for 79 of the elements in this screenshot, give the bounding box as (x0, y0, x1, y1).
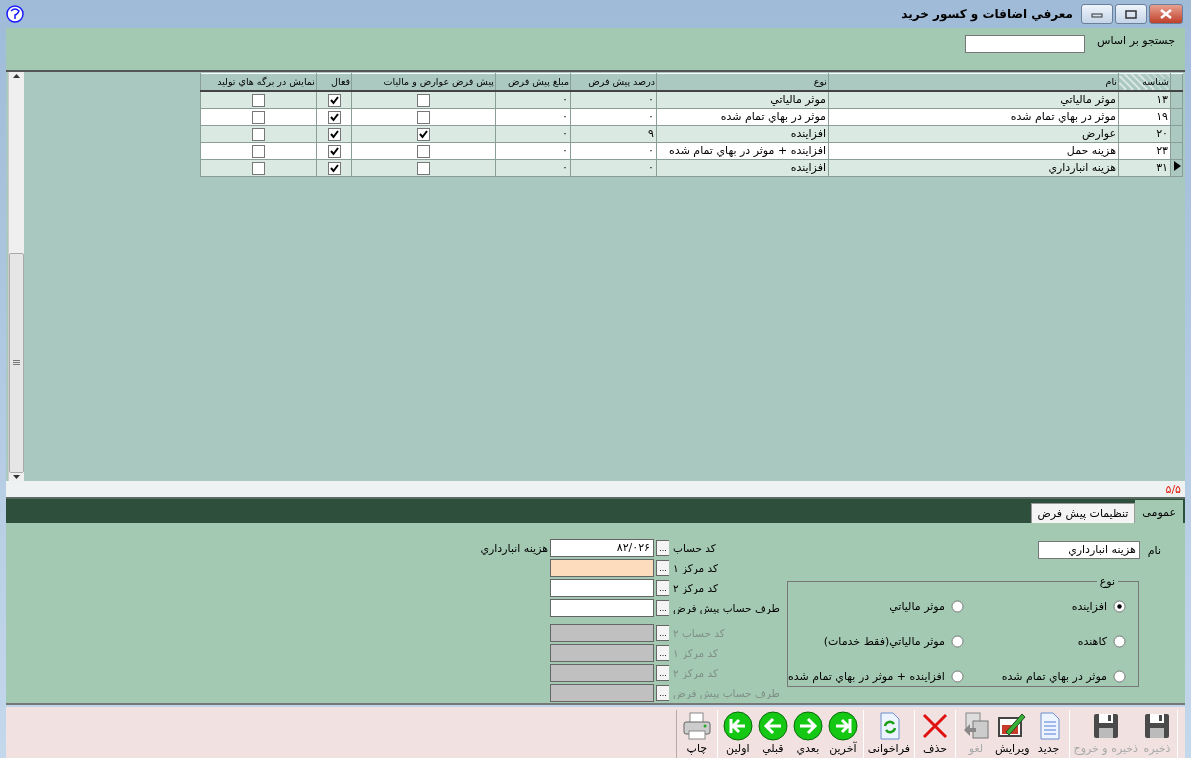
toolbar-button[interactable]: چاپ (680, 710, 713, 758)
tab[interactable]: تنظیمات پیش فرض (1030, 503, 1136, 523)
toolbar-button[interactable]: بعدي (791, 710, 824, 758)
column-header[interactable]: مبلغ پیش فرض (495, 73, 571, 91)
radio-option[interactable]: افزاینده (963, 600, 1126, 613)
radio-option[interactable]: موثر مالیاتي(فقط خدمات) (788, 635, 964, 648)
checkbox[interactable] (252, 127, 265, 141)
radio-option[interactable]: موثر در بهاي تمام شده (963, 670, 1126, 683)
checkbox[interactable] (327, 144, 341, 158)
checkbox[interactable] (252, 144, 265, 158)
field-label: طرف حساب پیش فرض (672, 602, 781, 614)
toolbar-button[interactable]: جدید (1032, 710, 1065, 758)
checkbox[interactable] (417, 110, 430, 124)
checkbox[interactable] (252, 93, 265, 107)
search-label: جستجو بر اساس (1097, 34, 1175, 47)
checkbox[interactable] (417, 127, 430, 141)
minimize-button[interactable] (1081, 4, 1113, 24)
field-label: کد حساب ۲ (672, 627, 726, 639)
field-label: کد مرکز ۲ (672, 667, 720, 679)
toolbar-button[interactable]: آخرین (826, 710, 859, 758)
search-field[interactable] (965, 35, 1086, 53)
radio-button[interactable] (1113, 635, 1126, 648)
maximize-button[interactable] (1115, 4, 1147, 24)
checkbox[interactable] (252, 161, 265, 175)
tab[interactable]: عمومی (1135, 500, 1183, 523)
field-label: طرف حساب پیش فرض (672, 687, 781, 699)
radio-option[interactable]: موثر مالیاتي (788, 600, 964, 613)
grip-icon (13, 360, 20, 367)
browse-button[interactable]: ... (656, 580, 669, 596)
column-header[interactable]: درصد پیش فرض (570, 73, 657, 91)
record-counter: ۵/۵ (1165, 482, 1181, 496)
field-label: کد حساب (672, 542, 717, 554)
checkbox[interactable] (327, 161, 341, 175)
window-title: معرفي اضافات و کسور خريد (901, 7, 1073, 21)
radio-button[interactable] (1113, 670, 1126, 683)
input-field[interactable]: ۸۲/۰۲۶ (550, 539, 654, 557)
field-label: کد مرکز ۱ (672, 562, 720, 574)
close-icon (1159, 9, 1173, 19)
radio-option[interactable]: کاهنده (963, 635, 1126, 648)
browse-button[interactable]: ... (656, 540, 669, 556)
input-field[interactable] (550, 559, 654, 577)
checkbox[interactable] (417, 93, 430, 107)
radio-button[interactable] (950, 670, 964, 683)
checkbox[interactable] (327, 110, 341, 124)
browse-button[interactable]: ... (656, 600, 669, 616)
name-label: نام (1147, 543, 1161, 557)
field-label: کد مرکز ۲ (672, 582, 720, 594)
browse-button[interactable]: ... (656, 560, 669, 576)
toolbar-button[interactable]: ویرایش (994, 710, 1030, 758)
checkbox[interactable] (327, 127, 341, 141)
checkbox[interactable] (417, 144, 430, 158)
toolbar-button[interactable]: اولین (721, 710, 754, 758)
toolbar-button[interactable]: فراخوانی (867, 710, 910, 758)
column-header[interactable]: شناسه (1118, 73, 1171, 91)
column-header[interactable]: نوع (656, 73, 829, 91)
app-icon (6, 5, 24, 23)
skip-forward-icon (826, 710, 859, 742)
account-name: هزینه انبارداري (480, 541, 549, 555)
group-title: نوع (1098, 575, 1116, 588)
checkbox[interactable] (417, 161, 430, 175)
radio-button[interactable] (950, 600, 964, 613)
column-header[interactable]: نام (828, 73, 1119, 91)
radio-button[interactable] (950, 635, 964, 648)
skip-back-icon (721, 710, 754, 742)
toolbar-button[interactable]: قبلي (756, 710, 789, 758)
column-header[interactable]: نمایش در برگه هاي تولید (200, 73, 317, 91)
column-header[interactable]: فعال (316, 73, 352, 91)
radio-option[interactable]: افزاینده + موثر در بهاي تمام شده (788, 670, 964, 683)
input-field[interactable] (550, 579, 654, 597)
toolbar-button[interactable]: حذف (918, 710, 951, 758)
name-field[interactable]: هزینه انبارداري (1037, 541, 1140, 559)
radio-button[interactable] (1113, 600, 1126, 613)
input-field[interactable] (550, 599, 654, 617)
close-button[interactable] (1149, 4, 1183, 24)
checkbox[interactable] (252, 110, 265, 124)
checkbox[interactable] (327, 93, 341, 107)
maximize-icon (1125, 9, 1137, 19)
printer-icon (680, 710, 713, 742)
column-header[interactable]: پیش فرض عوارض و مالیات (351, 73, 496, 91)
